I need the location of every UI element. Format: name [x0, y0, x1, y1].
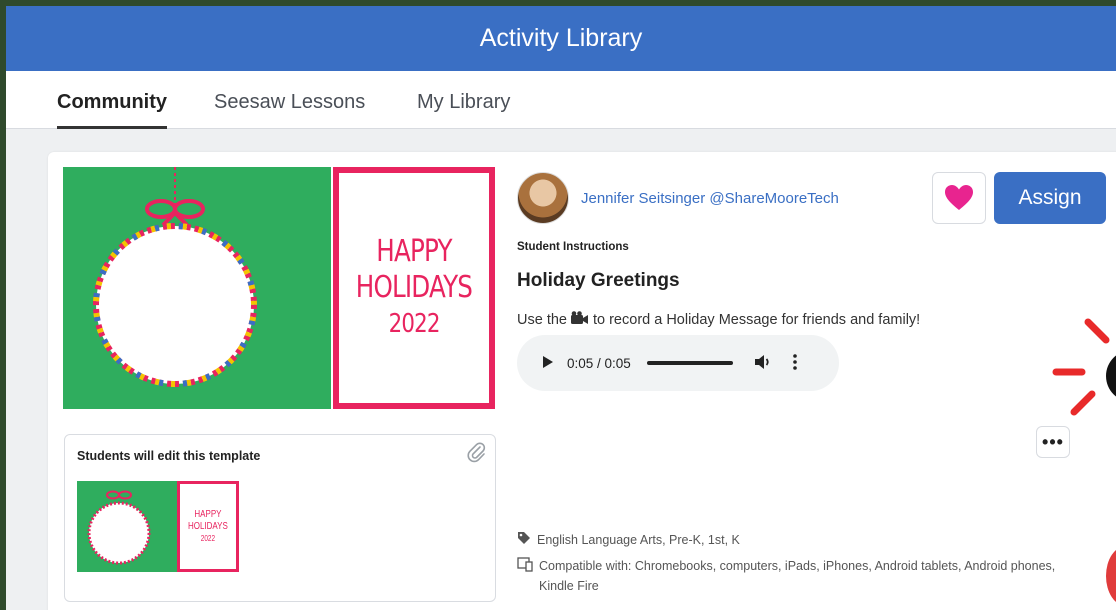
tab-community[interactable]: Community — [57, 85, 167, 129]
assign-button[interactable]: Assign — [994, 172, 1106, 224]
activity-preview-image: HAPPY HOLIDAYS 2022 — [63, 165, 497, 411]
thumbnail-line-1: HAPPY — [194, 508, 222, 520]
more-options-button[interactable]: ••• — [1036, 426, 1070, 458]
library-tabs: Community Seesaw Lessons My Library — [6, 71, 1116, 129]
title-bar: Activity Library — [6, 6, 1116, 71]
tag-icon — [517, 531, 531, 548]
highlight-burst-icon — [1052, 318, 1116, 416]
greeting-line-2: HOLIDAYS — [355, 270, 473, 305]
play-icon[interactable] — [543, 355, 553, 371]
thumbnail-year: 2022 — [200, 533, 216, 543]
heart-icon — [945, 185, 973, 210]
instructions-text-end: to record a Holiday Message for friends … — [592, 312, 921, 328]
greeting-card-panel: HAPPY HOLIDAYS 2022 — [331, 165, 497, 411]
greeting-line-1: HAPPY — [376, 234, 452, 269]
author-row[interactable]: Jennifer Seitsinger @ShareMooreTech — [517, 172, 839, 224]
tab-my-library[interactable]: My Library — [417, 85, 510, 129]
paperclip-icon — [465, 441, 487, 468]
template-title: Students will edit this template — [77, 449, 261, 463]
activity-card: HAPPY HOLIDAYS 2022 Students will edit t… — [48, 152, 1116, 610]
subject-text: English Language Arts, Pre-K, 1st, K — [537, 532, 740, 547]
compatibility-info: Compatible with: Chromebooks, computers,… — [517, 556, 1077, 596]
instructions-text-start: Use the — [517, 312, 567, 328]
audio-menu-icon[interactable] — [793, 353, 797, 373]
activity-library-window: Activity Library Community Seesaw Lesson… — [6, 6, 1116, 610]
instructions-label: Student Instructions — [517, 241, 629, 253]
ornament-graphic — [93, 167, 257, 387]
ellipsis-icon: ••• — [1042, 431, 1064, 452]
thumbnail-ornament-panel — [77, 481, 177, 572]
greeting-year: 2022 — [388, 309, 441, 339]
thumbnail-greeting-panel: HAPPY HOLIDAYS 2022 — [177, 481, 239, 572]
audio-progress-bar[interactable] — [646, 361, 733, 365]
audio-player: 0:05 / 0:05 — [517, 335, 839, 391]
template-thumbnail[interactable]: HAPPY HOLIDAYS 2022 — [77, 481, 239, 572]
avatar[interactable] — [517, 172, 569, 224]
template-panel: Students will edit this template HAPPY H… — [64, 434, 496, 602]
compatibility-text: Compatible with: Chromebooks, computers,… — [539, 559, 1056, 593]
thumbnail-line-2: HOLIDAYS — [188, 520, 228, 532]
activity-title: Holiday Greetings — [517, 270, 680, 291]
favorite-button[interactable] — [932, 172, 986, 224]
video-camera-icon — [570, 311, 589, 329]
tab-seesaw-lessons[interactable]: Seesaw Lessons — [214, 85, 365, 129]
author-link[interactable]: Jennifer Seitsinger @ShareMooreTech — [581, 190, 839, 207]
subject-tags: English Language Arts, Pre-K, 1st, K — [517, 531, 740, 548]
volume-icon[interactable] — [754, 354, 773, 373]
window-title: Activity Library — [479, 24, 643, 52]
audio-time: 0:05 / 0:05 — [567, 355, 631, 371]
ornament-panel — [63, 167, 333, 409]
devices-icon — [517, 556, 533, 596]
instructions-text: Use the to record a Holiday Message for … — [517, 311, 920, 329]
